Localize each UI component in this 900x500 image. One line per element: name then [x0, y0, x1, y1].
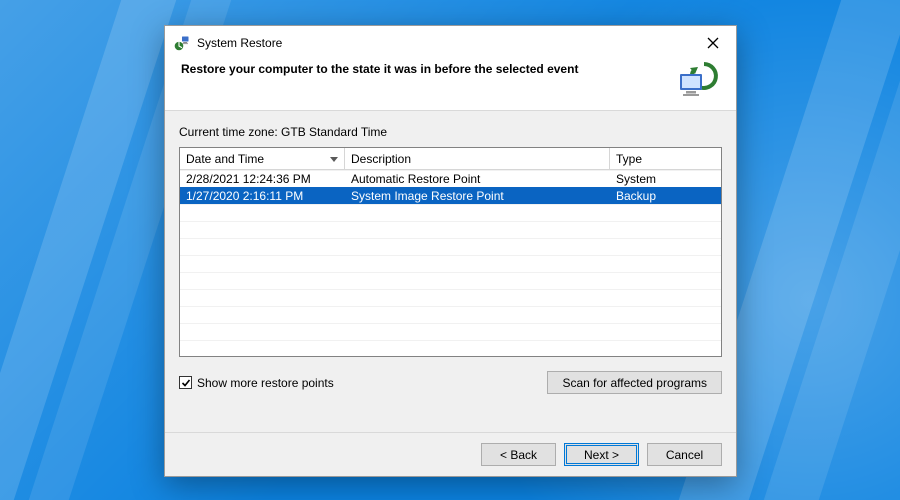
- column-header-type[interactable]: Type: [610, 148, 721, 169]
- back-button[interactable]: < Back: [481, 443, 556, 466]
- dialog-footer: < Back Next > Cancel: [165, 432, 736, 476]
- timezone-label: Current time zone: GTB Standard Time: [179, 125, 722, 139]
- cell-type: Backup: [610, 189, 721, 203]
- dialog-header: Restore your computer to the state it wa…: [165, 54, 736, 111]
- table-header: Date and Time Description Type: [180, 148, 721, 170]
- scan-affected-programs-button[interactable]: Scan for affected programs: [547, 371, 722, 394]
- cell-description: Automatic Restore Point: [345, 172, 610, 186]
- column-header-description[interactable]: Description: [345, 148, 610, 169]
- close-icon: [707, 37, 719, 49]
- cell-date-time: 1/27/2020 2:16:11 PM: [180, 189, 345, 203]
- cell-date-time: 2/28/2021 12:24:36 PM: [180, 172, 345, 186]
- titlebar: System Restore: [165, 26, 736, 54]
- cancel-button[interactable]: Cancel: [647, 443, 722, 466]
- system-restore-icon: [174, 35, 190, 51]
- column-header-label: Type: [616, 152, 642, 166]
- table-row[interactable]: 1/27/2020 2:16:11 PMSystem Image Restore…: [180, 187, 721, 204]
- cell-type: System: [610, 172, 721, 186]
- close-button[interactable]: [699, 32, 727, 54]
- desktop-wallpaper: System Restore Restore your computer to …: [0, 0, 900, 500]
- window-title: System Restore: [197, 36, 699, 50]
- column-header-label: Date and Time: [186, 152, 264, 166]
- show-more-restore-points-checkbox[interactable]: Show more restore points: [179, 376, 334, 390]
- checkmark-icon: [181, 378, 191, 388]
- table-body: 2/28/2021 12:24:36 PMAutomatic Restore P…: [180, 170, 721, 356]
- system-restore-dialog: System Restore Restore your computer to …: [164, 25, 737, 477]
- table-row[interactable]: 2/28/2021 12:24:36 PMAutomatic Restore P…: [180, 170, 721, 187]
- cell-description: System Image Restore Point: [345, 189, 610, 203]
- table-footer-controls: Show more restore points Scan for affect…: [179, 371, 722, 394]
- next-button[interactable]: Next >: [564, 443, 639, 466]
- dialog-heading: Restore your computer to the state it wa…: [181, 60, 666, 76]
- checkbox-label: Show more restore points: [197, 376, 334, 390]
- column-header-date-time[interactable]: Date and Time: [180, 148, 345, 169]
- restore-points-table: Date and Time Description Type 2/28/2021…: [179, 147, 722, 357]
- system-restore-large-icon: [674, 60, 720, 100]
- dialog-body: Current time zone: GTB Standard Time Dat…: [165, 111, 736, 432]
- checkbox-box: [179, 376, 192, 389]
- column-header-label: Description: [351, 152, 411, 166]
